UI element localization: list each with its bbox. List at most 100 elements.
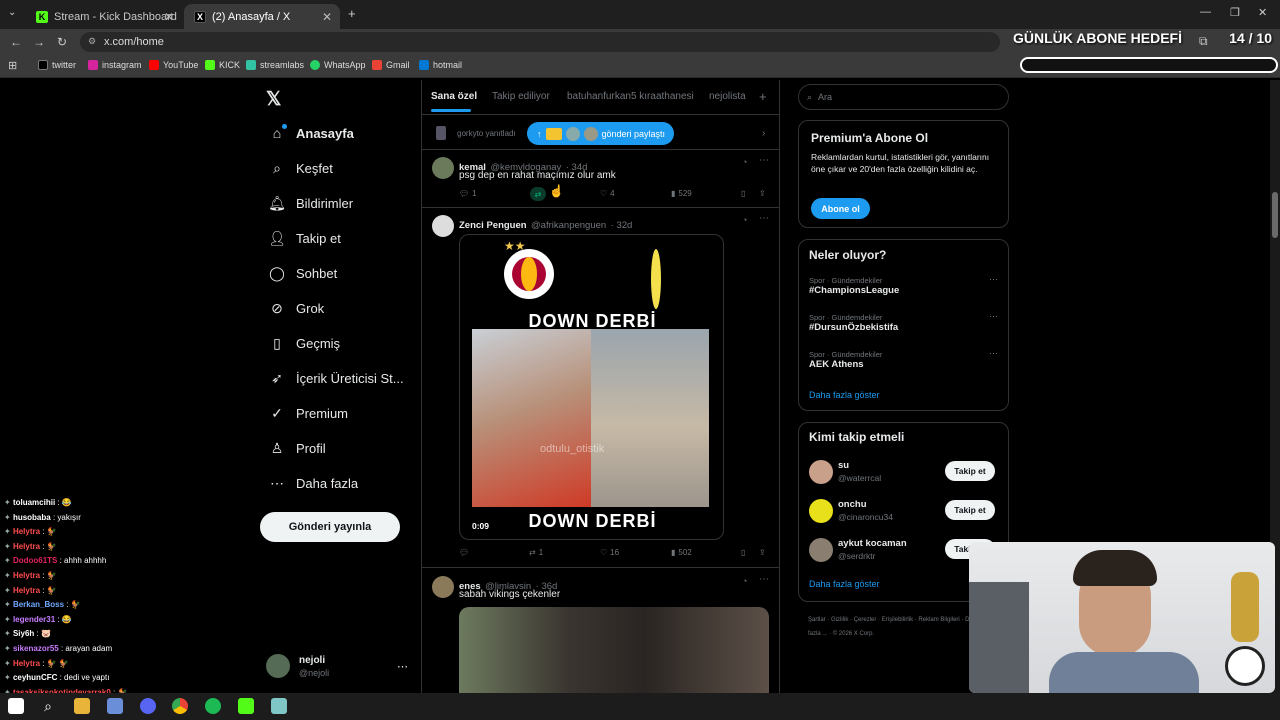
add-tab-icon[interactable]: + bbox=[759, 89, 767, 104]
search-icon[interactable]: ⌕ bbox=[40, 698, 56, 714]
more-icon[interactable]: ⋯ bbox=[989, 274, 998, 285]
site-info-icon[interactable]: ⚙ bbox=[88, 36, 96, 47]
app-icon[interactable] bbox=[271, 698, 287, 714]
back-button[interactable]: ← bbox=[10, 35, 22, 49]
extensions-icon[interactable]: ⧉ bbox=[1199, 34, 1208, 49]
nav-grok[interactable]: ⊘ Grok bbox=[268, 299, 324, 317]
nav-explore[interactable]: ⌕ Keşfet bbox=[268, 159, 333, 177]
share-button[interactable]: ⇪ bbox=[759, 189, 766, 198]
tweet-image[interactable] bbox=[459, 607, 769, 693]
avatar[interactable] bbox=[266, 654, 290, 678]
more-icon[interactable]: ⋯ bbox=[989, 348, 998, 359]
bookmark-hotmail[interactable]: hotmail bbox=[419, 60, 462, 70]
footer-link[interactable]: Şartlar bbox=[808, 617, 826, 623]
forward-button[interactable]: → bbox=[33, 35, 45, 49]
chrome-icon[interactable] bbox=[172, 698, 188, 714]
show-more-link[interactable]: Daha fazla göster bbox=[809, 579, 880, 589]
reply-button[interactable]: 💬︎ bbox=[459, 548, 472, 557]
more-icon[interactable]: ⋯ bbox=[759, 213, 769, 224]
restore-button[interactable]: ❐ bbox=[1230, 6, 1240, 19]
new-tab-button[interactable]: + bbox=[348, 6, 356, 21]
nav-premium[interactable]: ✓ Premium bbox=[268, 404, 348, 422]
tweet-author-name[interactable]: Zenci Penguen bbox=[459, 220, 527, 231]
bookmark-kick[interactable]: KICK bbox=[205, 60, 240, 70]
more-icon[interactable]: ⋯ bbox=[759, 155, 769, 166]
suggested-user-name[interactable]: su bbox=[838, 460, 849, 471]
more-icon[interactable]: ⋯ bbox=[989, 311, 998, 322]
tab-list-nejolista[interactable]: nejolista bbox=[709, 91, 746, 102]
subscribe-button[interactable]: Abone ol bbox=[811, 198, 870, 219]
bookmark-button[interactable]: ▯ bbox=[741, 189, 745, 198]
views-button[interactable]: ▮ 529 bbox=[671, 189, 692, 198]
suggested-user-name[interactable]: onchu bbox=[838, 499, 867, 510]
like-button[interactable]: ♡ 16 bbox=[600, 548, 619, 557]
nav-more[interactable]: ⋯ Daha fazla bbox=[268, 474, 358, 492]
nav-follow[interactable]: 👤︎ Takip et bbox=[268, 229, 341, 247]
discord-icon[interactable] bbox=[140, 698, 156, 714]
nav-home[interactable]: ⌂ Anasayfa bbox=[268, 124, 354, 142]
suggested-user-name[interactable]: aykut kocaman bbox=[838, 538, 907, 549]
bookmark-gmail[interactable]: Gmail bbox=[372, 60, 410, 70]
bookmark-whatsapp[interactable]: WhatsApp bbox=[310, 60, 366, 70]
views-button[interactable]: ▮ 502 bbox=[671, 548, 692, 557]
reload-button[interactable]: ↻ bbox=[57, 35, 67, 49]
close-window-button[interactable]: ✕ bbox=[1258, 6, 1267, 19]
tab-for-you[interactable]: Sana özel bbox=[431, 91, 477, 102]
bookmark-youtube[interactable]: YouTube bbox=[149, 60, 198, 70]
nav-notifications[interactable]: 🔔︎ Bildirimler bbox=[268, 194, 353, 212]
windows-start-icon[interactable] bbox=[8, 698, 24, 714]
bookmark-button[interactable]: ▯ bbox=[741, 548, 745, 557]
avatar[interactable] bbox=[432, 157, 454, 179]
tab-list-batuhanfurkan5[interactable]: batuhanfurkan5 kıraathanesi bbox=[567, 91, 694, 102]
share-button[interactable]: ⇪ bbox=[759, 548, 766, 557]
search-input[interactable]: ⌕ Ara bbox=[798, 84, 1009, 110]
nav-chat[interactable]: ◯ Sohbet bbox=[268, 264, 337, 282]
grok-icon[interactable]: ◔ bbox=[742, 157, 747, 167]
tab-x-home[interactable]: X (2) Anasayfa / X ✕ bbox=[184, 4, 340, 29]
footer-link[interactable]: Çerezler bbox=[854, 617, 877, 623]
avatar[interactable] bbox=[809, 499, 833, 523]
follow-button[interactable]: Takip et bbox=[945, 461, 995, 481]
more-icon[interactable]: ⋯ bbox=[759, 574, 769, 585]
nav-profile[interactable]: ♙ Profil bbox=[268, 439, 326, 457]
tab-following[interactable]: Takip ediliyor bbox=[492, 91, 550, 102]
avatar[interactable] bbox=[809, 538, 833, 562]
like-button[interactable]: ♡ 4 bbox=[600, 189, 615, 198]
trend-item[interactable]: Spor · Gündemdekiler #ChampionsLeague bbox=[809, 276, 899, 296]
bookmark-instagram[interactable]: instagram bbox=[88, 60, 142, 70]
tweet-author-handle[interactable]: @afrikanpenguen bbox=[531, 220, 606, 231]
scrollbar-thumb[interactable] bbox=[1272, 192, 1278, 238]
footer-link[interactable]: Gizlilik bbox=[831, 617, 848, 623]
grok-icon[interactable]: ◔ bbox=[742, 215, 747, 225]
nav-creator-studio[interactable]: ➶ İçerik Üreticisi St... bbox=[268, 369, 404, 387]
trend-item[interactable]: Spor · Gündemdekiler AEK Athens bbox=[809, 350, 882, 370]
follow-button[interactable]: Takip et bbox=[945, 500, 995, 520]
close-icon[interactable]: ✕ bbox=[164, 10, 174, 24]
footer-link[interactable]: Reklam Bilgileri bbox=[918, 617, 959, 623]
bookmark-twitter[interactable]: twitter bbox=[38, 60, 76, 70]
tweet-video[interactable]: ★★ DOWN DERBİ odtulu_otistik DOWN DERBİ … bbox=[459, 234, 724, 540]
tab-list-icon[interactable]: ⌄ bbox=[8, 7, 16, 18]
file-explorer-icon[interactable] bbox=[74, 698, 90, 714]
footer-link[interactable]: Erişilebilirlik bbox=[882, 617, 913, 623]
nav-history[interactable]: ▯ Geçmiş bbox=[268, 334, 340, 352]
new-posts-pill[interactable]: ↑ gönderi paylaştı bbox=[527, 122, 674, 145]
chevron-right-icon[interactable]: › bbox=[762, 128, 765, 139]
repost-button[interactable]: ⇄ 1 bbox=[529, 548, 543, 557]
repost-button[interactable]: ⇄ bbox=[530, 187, 546, 201]
tab-kick-dashboard[interactable]: K Stream - Kick Dashboard ✕ bbox=[26, 4, 182, 29]
avatar[interactable] bbox=[432, 576, 454, 598]
bookmark-streamlabs[interactable]: streamlabs bbox=[246, 60, 304, 70]
close-icon[interactable]: ✕ bbox=[322, 10, 332, 24]
reply-button[interactable]: 💬︎ 1 bbox=[459, 189, 477, 198]
show-more-link[interactable]: Daha fazla göster bbox=[809, 390, 880, 400]
grok-icon[interactable]: ◔ bbox=[742, 576, 747, 586]
minimize-button[interactable]: — bbox=[1200, 6, 1211, 18]
apps-grid-icon[interactable]: ⊞ bbox=[8, 59, 17, 72]
account-menu-icon[interactable]: ⋯ bbox=[397, 660, 408, 673]
url-input[interactable]: ⚙ x.com/home bbox=[80, 32, 1000, 52]
avatar[interactable] bbox=[809, 460, 833, 484]
avatar[interactable] bbox=[432, 215, 454, 237]
spotify-icon[interactable] bbox=[205, 698, 221, 714]
post-button[interactable]: Gönderi yayınla bbox=[260, 512, 400, 542]
